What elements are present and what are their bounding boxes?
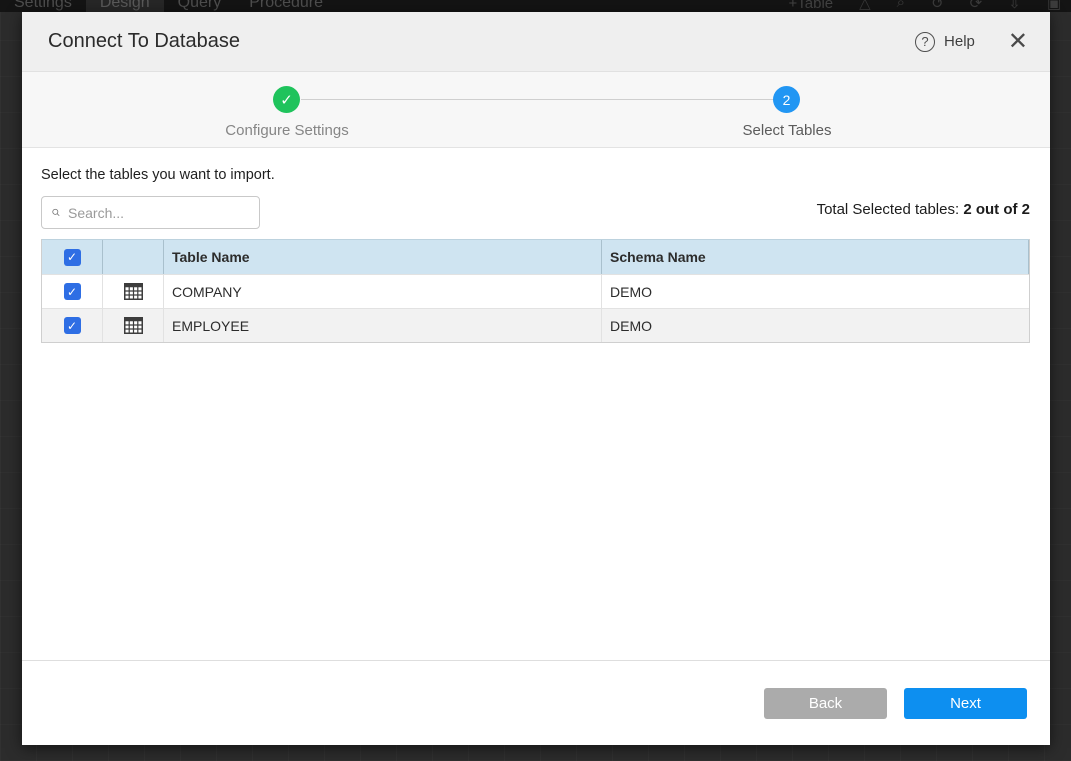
wizard-stepper: ✓ 2 Configure Settings Select Tables [22,72,1050,148]
step-1-complete-icon: ✓ [273,86,300,113]
refresh-icon[interactable]: ⟳ [970,0,983,12]
help-icon[interactable]: ? [915,32,935,52]
table-row[interactable]: ✓ EMPLOYEE DEMO [42,308,1029,342]
schema-name-cell: DEMO [602,275,1029,308]
step-2-indicator: 2 [773,86,800,113]
search-icon [52,205,60,220]
dialog-header: Connect To Database ? Help ✕ [22,12,1050,72]
total-selected-label: Total Selected tables: [817,201,964,218]
table-row[interactable]: ✓ COMPANY DEMO [42,274,1029,308]
back-button[interactable]: Back [764,688,887,719]
search-input[interactable] [68,205,249,221]
step-1-label: Configure Settings [225,122,348,139]
app-toolbar: Settings Design Query Procedure +Table △… [0,0,1071,12]
table-name-cell: EMPLOYEE [164,309,602,342]
row-checkbox[interactable]: ✓ [64,317,81,334]
help-button[interactable]: Help [944,33,975,50]
stepper-connector [301,99,774,100]
tab-procedure[interactable]: Procedure [235,0,337,12]
table-name-cell: COMPANY [164,275,602,308]
search-box [41,196,260,229]
tab-settings[interactable]: Settings [0,0,86,12]
dialog-body: Select the tables you want to import. To… [22,148,1050,660]
table-header-row: ✓ Table Name Schema Name [42,239,1029,274]
total-selected-summary: Total Selected tables: 2 out of 2 [817,201,1030,218]
step-2-label: Select Tables [743,122,832,139]
add-table-button[interactable]: +Table [789,0,834,12]
triangle-icon[interactable]: △ [859,0,871,12]
table-name-column-header: Table Name [164,240,602,274]
select-all-checkbox[interactable]: ✓ [64,249,81,266]
table-grid-icon [124,283,143,300]
tab-design[interactable]: Design [86,0,164,12]
tab-query[interactable]: Query [164,0,236,12]
dialog-title: Connect To Database [48,30,240,53]
zoom-icon[interactable]: ⌕ [897,0,905,12]
schema-name-column-header: Schema Name [602,240,1029,274]
connect-to-database-dialog: Connect To Database ? Help ✕ ✓ 2 Configu… [22,12,1050,745]
row-checkbox[interactable]: ✓ [64,283,81,300]
instruction-text: Select the tables you want to import. [41,167,1030,183]
export-icon[interactable]: ⇩ [1008,0,1021,12]
schema-name-cell: DEMO [602,309,1029,342]
dialog-footer: Back Next [22,660,1050,745]
table-grid-icon [124,317,143,334]
tables-list: ✓ Table Name Schema Name ✓ [41,239,1030,343]
close-icon[interactable]: ✕ [1008,32,1028,52]
camera-icon[interactable]: ▣ [1047,0,1061,12]
icon-column-header [103,240,164,274]
undo-icon[interactable]: ↺ [931,0,944,12]
total-selected-value: 2 out of 2 [963,201,1030,218]
next-button[interactable]: Next [904,688,1027,719]
